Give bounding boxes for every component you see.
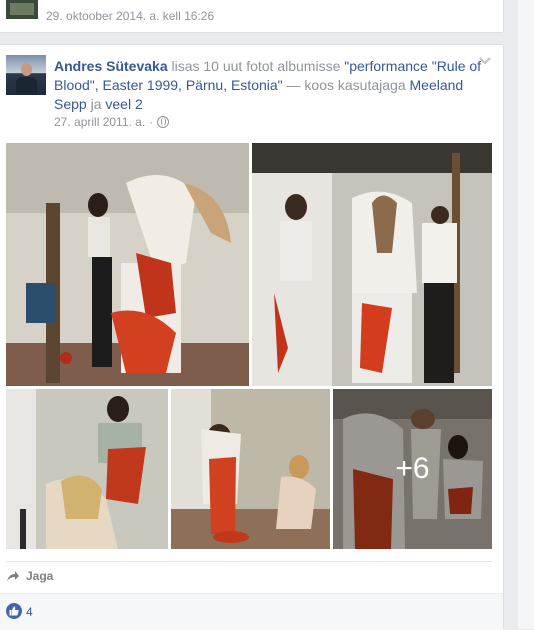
like-count[interactable]: 4 [26, 605, 33, 619]
album-photo-1[interactable] [6, 143, 249, 386]
album-photo-4[interactable] [171, 389, 330, 549]
post-header: Andres Sütevaka lisas 10 uut fotot album… [54, 57, 484, 114]
meta-separator: · [149, 115, 154, 129]
album-photo-2[interactable] [252, 143, 492, 386]
share-button[interactable]: Jaga [6, 569, 53, 583]
divider [6, 561, 492, 562]
previous-post-thumbnail[interactable] [6, 0, 38, 19]
scrollbar-track[interactable] [518, 0, 534, 629]
with-text: — koos kasutajaga [282, 77, 410, 93]
avatar[interactable] [6, 55, 46, 95]
reactions-bar [0, 593, 503, 630]
previous-post-timestamp[interactable]: 29. oktoober 2014. a. kell 16:26 [46, 9, 214, 23]
more-photos-count[interactable]: +6 [333, 389, 492, 549]
post-meta: 27. aprill 2011. a. · [54, 115, 170, 129]
share-label: Jaga [26, 569, 54, 583]
post-date-link[interactable]: 27. aprill 2011. a. [54, 115, 145, 129]
album-photo-5-more[interactable]: +6 [333, 389, 492, 549]
album-photo-3[interactable] [6, 389, 168, 549]
author-name-link[interactable]: Andres Sütevaka [54, 58, 168, 74]
others-link[interactable]: veel 2 [105, 96, 142, 112]
chevron-down-icon[interactable] [478, 56, 492, 66]
previous-post-card: 29. oktoober 2014. a. kell 16:26 [0, 0, 504, 33]
action-text: lisas 10 uut fotot albumisse [167, 58, 345, 74]
and-text: ja [86, 96, 106, 112]
globe-icon[interactable] [157, 116, 170, 128]
share-icon [7, 571, 19, 581]
like-icon[interactable] [6, 603, 22, 619]
